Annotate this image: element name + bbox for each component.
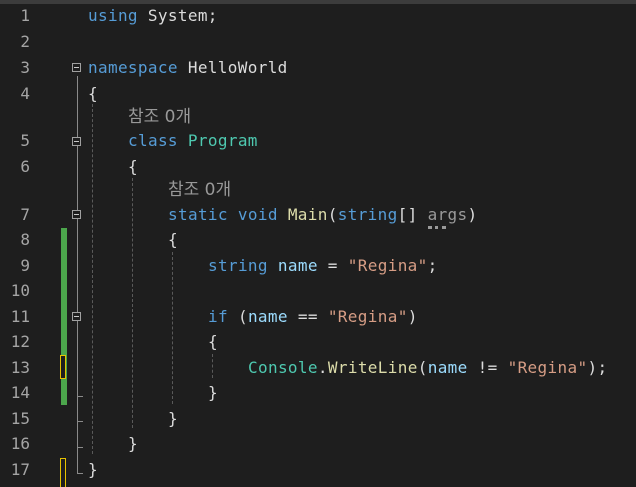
close-brace: }	[168, 409, 178, 428]
string-literal: "Regina"	[327, 307, 408, 326]
code-line-4[interactable]: {	[88, 85, 98, 103]
keyword: static	[168, 205, 228, 224]
indent-guide	[132, 178, 133, 428]
keyword: class	[128, 131, 178, 150]
outlining-end-tick	[77, 396, 83, 397]
line-number: 4	[20, 84, 30, 103]
code-line-17[interactable]: }	[88, 461, 98, 479]
code-line-12[interactable]: {	[208, 333, 218, 351]
outlining-end-tick	[77, 473, 83, 474]
line-number: 6	[20, 157, 30, 176]
indent-guide	[172, 252, 173, 404]
line-number: 2	[20, 32, 30, 51]
keyword: string	[208, 256, 268, 275]
codelens-references[interactable]: 참조 0개	[168, 179, 231, 201]
keyword: using	[88, 6, 138, 25]
close-brace: }	[88, 460, 98, 479]
paren: );	[587, 358, 608, 377]
indent-guide	[212, 354, 213, 378]
keyword: if	[208, 307, 228, 326]
code-line-5[interactable]: class Program	[128, 132, 258, 150]
unused-hint-dots	[428, 222, 446, 229]
open-brace: {	[128, 157, 138, 176]
namespace-name: System;	[137, 6, 218, 25]
line-number: 16	[10, 434, 30, 453]
line-number: 17	[10, 460, 30, 479]
open-brace: {	[208, 332, 218, 351]
brackets: []	[397, 205, 428, 224]
line-number: 11	[10, 307, 30, 326]
keyword: string	[337, 205, 398, 224]
line-number: 1	[20, 6, 30, 25]
code-editor[interactable]: 1 2 3 4 5 6 7 8 9 10 11 12 13 14 15 16 1…	[0, 0, 636, 487]
dot: .	[317, 358, 328, 377]
line-number: 15	[10, 409, 30, 428]
string-literal: "Regina"	[347, 256, 428, 275]
code-line-9[interactable]: string name = "Regina";	[208, 257, 438, 275]
class-name: Console	[248, 358, 318, 377]
line-number: 14	[10, 383, 30, 402]
method-name: Main	[287, 205, 328, 224]
line-number: 13	[10, 358, 30, 377]
code-line-16[interactable]: }	[128, 435, 138, 453]
editor-top-border	[0, 0, 636, 4]
code-line-8[interactable]: {	[168, 231, 178, 249]
close-brace: }	[208, 383, 218, 402]
paren: (	[227, 307, 248, 326]
line-number: 7	[20, 205, 30, 224]
collapse-minus-icon[interactable]	[72, 137, 81, 146]
collapse-minus-icon[interactable]	[72, 312, 81, 321]
class-name: Program	[187, 131, 258, 150]
variable: name	[277, 256, 318, 275]
collapse-minus-icon[interactable]	[72, 63, 81, 72]
code-line-14[interactable]: }	[208, 384, 218, 402]
string-literal: "Regina"	[507, 358, 588, 377]
codelens-references[interactable]: 참조 0개	[128, 106, 191, 128]
paren: (	[327, 205, 338, 224]
code-line-11[interactable]: if (name == "Regina")	[208, 308, 418, 326]
line-number: 8	[20, 230, 30, 249]
line-number: 3	[20, 58, 30, 77]
variable: name	[427, 358, 468, 377]
keyword: void	[237, 205, 278, 224]
line-number: 5	[20, 131, 30, 150]
open-brace: {	[168, 230, 178, 249]
indent-guide	[92, 104, 93, 454]
namespace-name: HelloWorld	[177, 58, 288, 77]
unsaved-change-marker	[60, 458, 66, 487]
code-line-6[interactable]: {	[128, 158, 138, 176]
close-brace: }	[128, 434, 138, 453]
unsaved-change-marker	[60, 355, 66, 379]
operator: ==	[287, 307, 328, 326]
code-line-13[interactable]: Console.WriteLine(name != "Regina");	[248, 359, 607, 377]
variable: name	[247, 307, 288, 326]
outlining-line	[77, 76, 78, 474]
paren: )	[407, 307, 418, 326]
paren: (	[417, 358, 428, 377]
paren: )	[467, 205, 478, 224]
line-number: 12	[10, 332, 30, 351]
code-line-1[interactable]: using System;	[88, 7, 218, 25]
method-name: WriteLine	[327, 358, 418, 377]
semicolon: ;	[427, 256, 438, 275]
line-number: 9	[20, 256, 30, 275]
operator: !=	[467, 358, 508, 377]
outlining-end-tick	[77, 447, 83, 448]
outlining-end-tick	[77, 421, 83, 422]
operator: =	[317, 256, 348, 275]
keyword: namespace	[88, 58, 178, 77]
code-line-15[interactable]: }	[168, 410, 178, 428]
collapse-minus-icon[interactable]	[72, 210, 81, 219]
line-number: 10	[10, 281, 30, 300]
code-line-3[interactable]: namespace HelloWorld	[88, 59, 288, 77]
open-brace: {	[88, 84, 98, 103]
